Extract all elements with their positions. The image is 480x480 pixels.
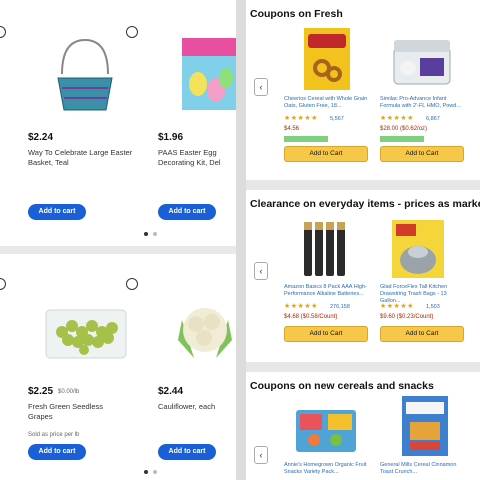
carousel-dots[interactable] <box>144 470 157 474</box>
similac-image[interactable] <box>392 34 452 86</box>
add-to-cart-button[interactable]: Add to cart <box>158 444 216 460</box>
cheerios-image[interactable] <box>304 28 350 90</box>
product-price: $4.68 ($0.58/Count) <box>284 314 338 320</box>
clearance-section: Clearance on everyday items - prices as … <box>246 190 480 362</box>
product-price: $2.25 <box>28 386 54 397</box>
coupon-badge[interactable] <box>284 136 328 142</box>
star-rating: ★★★★★ <box>380 115 414 122</box>
product-price: $2.24 <box>28 132 54 143</box>
carousel-dot-active[interactable] <box>144 470 148 474</box>
egg-kit-image[interactable] <box>182 38 236 110</box>
add-to-cart-button[interactable]: Add to cart <box>28 204 86 220</box>
grapes-image[interactable] <box>44 306 128 360</box>
fruit-snacks-image[interactable] <box>294 406 358 454</box>
review-count[interactable]: 1,503 <box>426 304 440 310</box>
product-name[interactable]: General Mills Cereal Cinnamon Toast Crun… <box>380 462 466 476</box>
add-to-cart-button[interactable]: Add to cart <box>158 204 216 220</box>
product-price: $9.60 ($0.23/Count) <box>380 314 434 320</box>
chevron-left-icon[interactable]: ‹ <box>254 262 268 280</box>
review-count[interactable]: 6,867 <box>426 116 440 122</box>
product-price: $2.44 <box>158 386 184 397</box>
add-to-cart-button[interactable]: Add to cart <box>28 444 86 460</box>
product-price: $1.96 <box>158 132 184 143</box>
carousel-dot[interactable] <box>153 470 157 474</box>
wishlist-heart-icon[interactable] <box>126 278 138 290</box>
product-name[interactable]: Cauliflower, each <box>158 402 236 412</box>
add-to-cart-button[interactable]: Add to Cart <box>284 326 368 342</box>
wishlist-heart-icon[interactable] <box>0 278 6 290</box>
add-to-cart-button[interactable]: Add to Cart <box>380 326 464 342</box>
star-rating: ★★★★★ <box>380 303 414 310</box>
review-count[interactable]: 276,158 <box>330 304 350 310</box>
product-price: $28.00 ($0.62/oz) <box>380 126 428 132</box>
section-title: Coupons on Fresh <box>250 8 343 20</box>
carousel-dot[interactable] <box>153 232 157 236</box>
product-name[interactable]: PAAS Easter Egg Decorating Kit, Del <box>158 148 236 168</box>
wishlist-heart-icon[interactable] <box>126 26 138 38</box>
unit-price: $0.00/lb <box>58 389 80 395</box>
product-name[interactable]: Fresh Green Seedless Grapes <box>28 402 118 422</box>
add-to-cart-button[interactable]: Add to Cart <box>284 146 368 162</box>
chevron-left-icon[interactable]: ‹ <box>254 78 268 96</box>
carousel-dots[interactable] <box>144 232 157 236</box>
cereals-snacks-section: Coupons on new cereals and snacks ‹ Anni… <box>246 372 480 480</box>
star-rating: ★★★★★ <box>284 115 318 122</box>
easter-basket-image[interactable] <box>50 34 120 114</box>
product-price: $4.56 <box>284 126 300 132</box>
review-count[interactable]: 5,567 <box>330 116 344 122</box>
section-title: Clearance on everyday items - prices as … <box>250 198 480 210</box>
product-name[interactable]: Amazon Basics 8 Pack AAA High-Performanc… <box>284 284 370 298</box>
coupons-fresh-section: Coupons on Fresh ‹ Cheerios Cereal with … <box>246 0 480 180</box>
product-name[interactable]: Annie's Homegrown Organic Fruit Snacks V… <box>284 462 370 476</box>
batteries-image[interactable] <box>302 220 352 278</box>
column-divider <box>236 0 246 480</box>
trash-bags-image[interactable] <box>388 218 448 280</box>
product-carousel-2: $2.25 $0.00/lb Fresh Green Seedless Grap… <box>0 254 236 480</box>
product-name[interactable]: Cheerios Cereal with Whole Grain Oats, G… <box>284 96 370 110</box>
add-to-cart-button[interactable]: Add to Cart <box>380 146 464 162</box>
sold-by-note: Sold as price per lb <box>28 432 80 438</box>
left-column: $2.24 Way To Celebrate Large Easter Bask… <box>0 0 236 480</box>
coupon-badge[interactable] <box>380 136 424 142</box>
cauliflower-image[interactable] <box>174 300 236 366</box>
product-carousel-1: $2.24 Way To Celebrate Large Easter Bask… <box>0 0 236 246</box>
wishlist-heart-icon[interactable] <box>0 26 6 38</box>
cereal-box-image[interactable] <box>402 396 448 456</box>
carousel-dot-active[interactable] <box>144 232 148 236</box>
chevron-left-icon[interactable]: ‹ <box>254 446 268 464</box>
section-title: Coupons on new cereals and snacks <box>250 380 434 392</box>
product-name[interactable]: Similac Pro-Advance Infant Formula with … <box>380 96 466 110</box>
product-name[interactable]: Way To Celebrate Large Easter Basket, Te… <box>28 148 138 168</box>
star-rating: ★★★★★ <box>284 303 318 310</box>
